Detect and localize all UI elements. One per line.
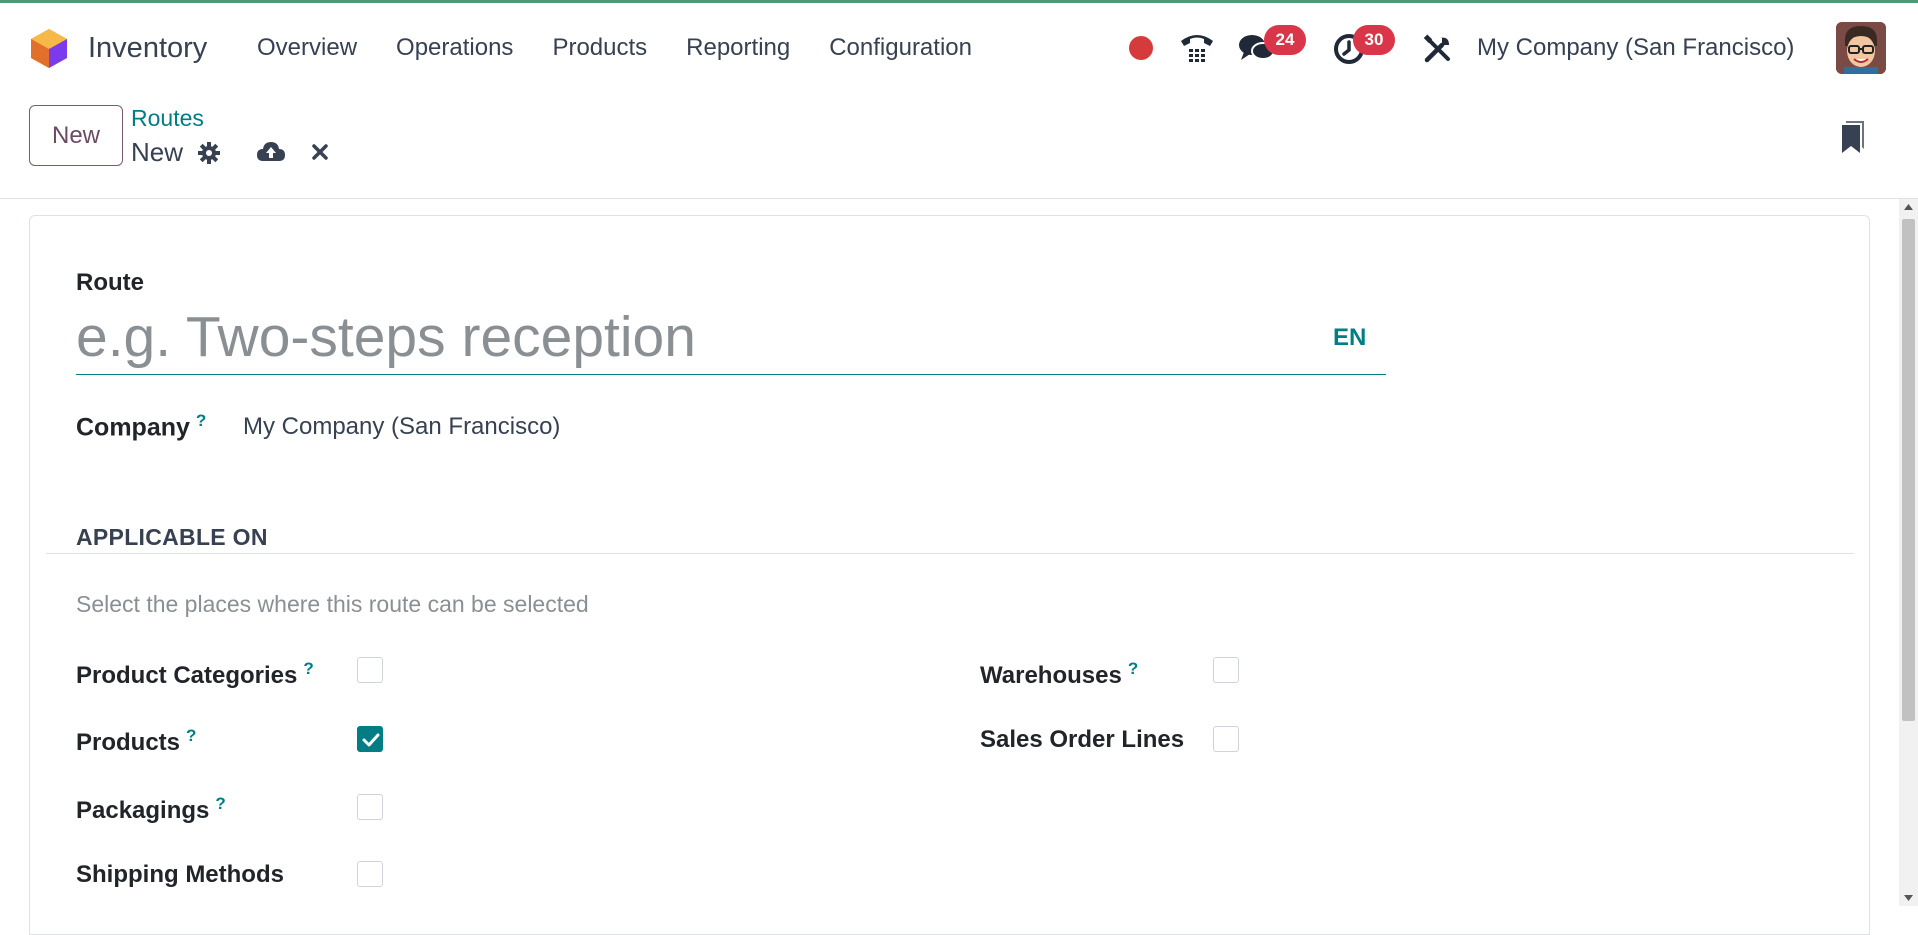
sales-order-lines-label-text: Sales Order Lines	[980, 726, 1185, 753]
warehouses-checkbox[interactable]	[1213, 657, 1239, 683]
messages-count-badge: 24	[1264, 25, 1306, 55]
products-label-text: Products	[76, 729, 181, 756]
control-panel: New Routes New	[0, 91, 1918, 199]
products-help-icon[interactable]: ?	[186, 726, 196, 745]
top-menu: Overview Operations Products Reporting C…	[257, 34, 972, 62]
packagings-checkbox[interactable]	[357, 794, 383, 820]
menu-item-reporting[interactable]: Reporting	[686, 34, 790, 62]
product-categories-label-text: Product Categories	[76, 662, 298, 689]
save-cloud-icon[interactable]	[256, 139, 286, 165]
company-switcher[interactable]: My Company (San Francisco)	[1477, 34, 1794, 62]
menu-item-operations[interactable]: Operations	[396, 34, 513, 62]
phone-icon[interactable]	[1178, 30, 1216, 66]
scroll-up-arrow-icon[interactable]	[1903, 203, 1914, 211]
packagings-help-icon[interactable]: ?	[215, 794, 225, 813]
discard-close-icon[interactable]	[311, 143, 329, 161]
company-label: Company?	[76, 411, 206, 442]
applicable-on-hint: Select the places where this route can b…	[76, 591, 589, 617]
scrollbar-thumb[interactable]	[1902, 219, 1915, 721]
route-name-input[interactable]	[76, 299, 1386, 375]
warehouses-label: Warehouses?	[980, 659, 1138, 690]
page-scrollbar[interactable]	[1899, 199, 1918, 906]
activities-count-badge: 30	[1353, 25, 1395, 55]
menu-item-configuration[interactable]: Configuration	[829, 34, 972, 62]
user-avatar[interactable]	[1836, 22, 1886, 74]
shipping-methods-checkbox[interactable]	[357, 861, 383, 887]
user-avatar-icon	[1836, 22, 1886, 74]
section-divider	[46, 553, 1854, 554]
checkmark-icon	[362, 733, 380, 747]
gear-icon[interactable]	[197, 141, 221, 165]
record-title: New	[131, 137, 184, 167]
company-label-text: Company	[76, 413, 190, 442]
packagings-label: Packagings?	[76, 794, 226, 825]
warehouses-label-text: Warehouses	[980, 662, 1122, 689]
product-categories-checkbox[interactable]	[357, 657, 383, 683]
warehouses-help-icon[interactable]: ?	[1128, 659, 1138, 678]
menu-item-overview[interactable]: Overview	[257, 34, 357, 62]
app-name[interactable]: Inventory	[88, 32, 207, 65]
shipping-methods-label: Shipping Methods	[76, 861, 284, 889]
product-categories-label: Product Categories?	[76, 659, 314, 690]
company-field[interactable]: My Company (San Francisco)	[243, 413, 560, 441]
language-toggle[interactable]: EN	[1333, 324, 1366, 352]
applicable-on-title: APPLICABLE ON	[76, 524, 268, 550]
breadcrumb-routes[interactable]: Routes	[131, 105, 204, 132]
route-label: Route	[76, 269, 144, 296]
bookmark-icon[interactable]	[1840, 119, 1866, 155]
products-label: Products?	[76, 726, 196, 757]
sales-order-lines-checkbox[interactable]	[1213, 726, 1239, 752]
shipping-methods-label-text: Shipping Methods	[76, 861, 284, 888]
products-checkbox[interactable]	[357, 726, 383, 752]
main-navbar: Inventory Overview Operations Products R…	[0, 3, 1918, 91]
sales-order-lines-label: Sales Order Lines	[980, 726, 1184, 754]
recording-dot-icon[interactable]	[1129, 36, 1153, 60]
inventory-app-logo-icon[interactable]	[29, 27, 69, 69]
company-help-icon[interactable]: ?	[196, 411, 206, 430]
product-categories-help-icon[interactable]: ?	[303, 659, 313, 678]
new-button[interactable]: New	[29, 105, 123, 166]
scroll-down-arrow-icon[interactable]	[1903, 894, 1914, 902]
tools-icon[interactable]	[1422, 33, 1454, 65]
packagings-label-text: Packagings	[76, 797, 210, 824]
menu-item-products[interactable]: Products	[552, 34, 647, 62]
